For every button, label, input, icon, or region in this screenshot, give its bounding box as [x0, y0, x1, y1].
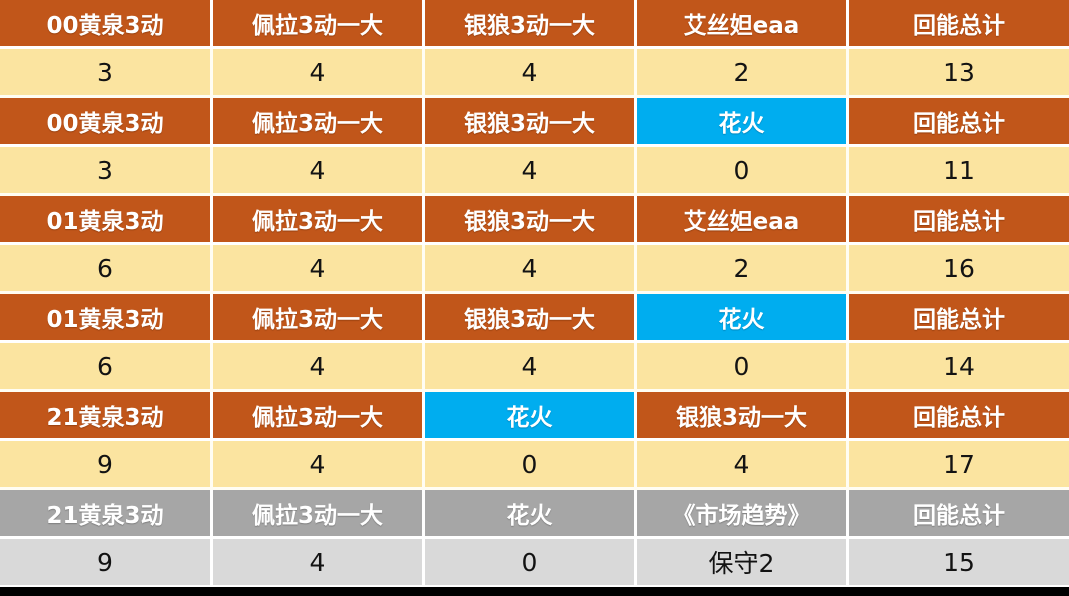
table-value-cell: 3: [0, 147, 213, 196]
table-header-cell: 花火: [637, 98, 849, 147]
table-header-cell: 00黄泉3动: [0, 98, 213, 147]
table-value-cell: 13: [849, 49, 1069, 98]
table-value-cell: 4: [425, 147, 637, 196]
table-value-cell: 4: [213, 245, 425, 294]
table-header-cell: 回能总计: [849, 196, 1069, 245]
table-header-cell: 回能总计: [849, 392, 1069, 441]
table-header-cell: 银狼3动一大: [425, 294, 637, 343]
table-header-cell: 银狼3动一大: [425, 98, 637, 147]
bottom-letterbox-bar: [0, 587, 1069, 596]
table-header-cell: 佩拉3动一大: [213, 0, 425, 49]
table-header-cell: 《市场趋势》: [637, 490, 849, 539]
table-grid: 00黄泉3动 佩拉3动一大 银狼3动一大 艾丝妲eaa 回能总计 3 4 4 2 13 00黄泉3动…: [0, 0, 1069, 588]
table-header-cell: 01黄泉3动: [0, 196, 213, 245]
table-value-cell: 17: [849, 441, 1069, 490]
table-value-cell: 11: [849, 147, 1069, 196]
table-value-cell: 0: [637, 343, 849, 392]
table-value-cell: 6: [0, 245, 213, 294]
table-header-cell: 回能总计: [849, 98, 1069, 147]
table-header-cell: 佩拉3动一大: [213, 392, 425, 441]
table-header-cell: 佩拉3动一大: [213, 196, 425, 245]
table-value-cell: 9: [0, 441, 213, 490]
table-value-cell: 0: [425, 441, 637, 490]
table-value-cell: 14: [849, 343, 1069, 392]
table-header-cell: 佩拉3动一大: [213, 490, 425, 539]
table-value-cell: 16: [849, 245, 1069, 294]
table-value-cell: 4: [213, 343, 425, 392]
table-header-cell: 艾丝妲eaa: [637, 0, 849, 49]
table-value-cell: 4: [637, 441, 849, 490]
table-value-cell: 4: [425, 343, 637, 392]
table-header-cell: 佩拉3动一大: [213, 98, 425, 147]
table-value-cell: 0: [425, 539, 637, 588]
table-value-cell: 0: [637, 147, 849, 196]
table-header-cell: 银狼3动一大: [637, 392, 849, 441]
table-header-cell: 回能总计: [849, 294, 1069, 343]
table-header-cell: 银狼3动一大: [425, 0, 637, 49]
table-value-cell: 9: [0, 539, 213, 588]
table-value-cell: 3: [0, 49, 213, 98]
table-value-cell: 4: [213, 147, 425, 196]
table-value-cell: 15: [849, 539, 1069, 588]
table-header-cell: 花火: [637, 294, 849, 343]
table-header-cell: 00黄泉3动: [0, 0, 213, 49]
table-value-cell: 2: [637, 245, 849, 294]
table-value-cell: 保守2: [637, 539, 849, 588]
table-header-cell: 回能总计: [849, 490, 1069, 539]
energy-regen-comparison-table: 00黄泉3动 佩拉3动一大 银狼3动一大 艾丝妲eaa 回能总计 3 4 4 2 13 00黄泉3动…: [0, 0, 1069, 596]
table-header-cell: 花火: [425, 392, 637, 441]
table-header-cell: 佩拉3动一大: [213, 294, 425, 343]
table-value-cell: 2: [637, 49, 849, 98]
table-value-cell: 4: [425, 49, 637, 98]
table-value-cell: 4: [213, 49, 425, 98]
table-value-cell: 6: [0, 343, 213, 392]
table-value-cell: 4: [213, 441, 425, 490]
table-header-cell: 01黄泉3动: [0, 294, 213, 343]
table-header-cell: 回能总计: [849, 0, 1069, 49]
table-value-cell: 4: [425, 245, 637, 294]
table-header-cell: 花火: [425, 490, 637, 539]
table-value-cell: 4: [213, 539, 425, 588]
table-header-cell: 21黄泉3动: [0, 392, 213, 441]
table-header-cell: 艾丝妲eaa: [637, 196, 849, 245]
table-header-cell: 银狼3动一大: [425, 196, 637, 245]
table-header-cell: 21黄泉3动: [0, 490, 213, 539]
